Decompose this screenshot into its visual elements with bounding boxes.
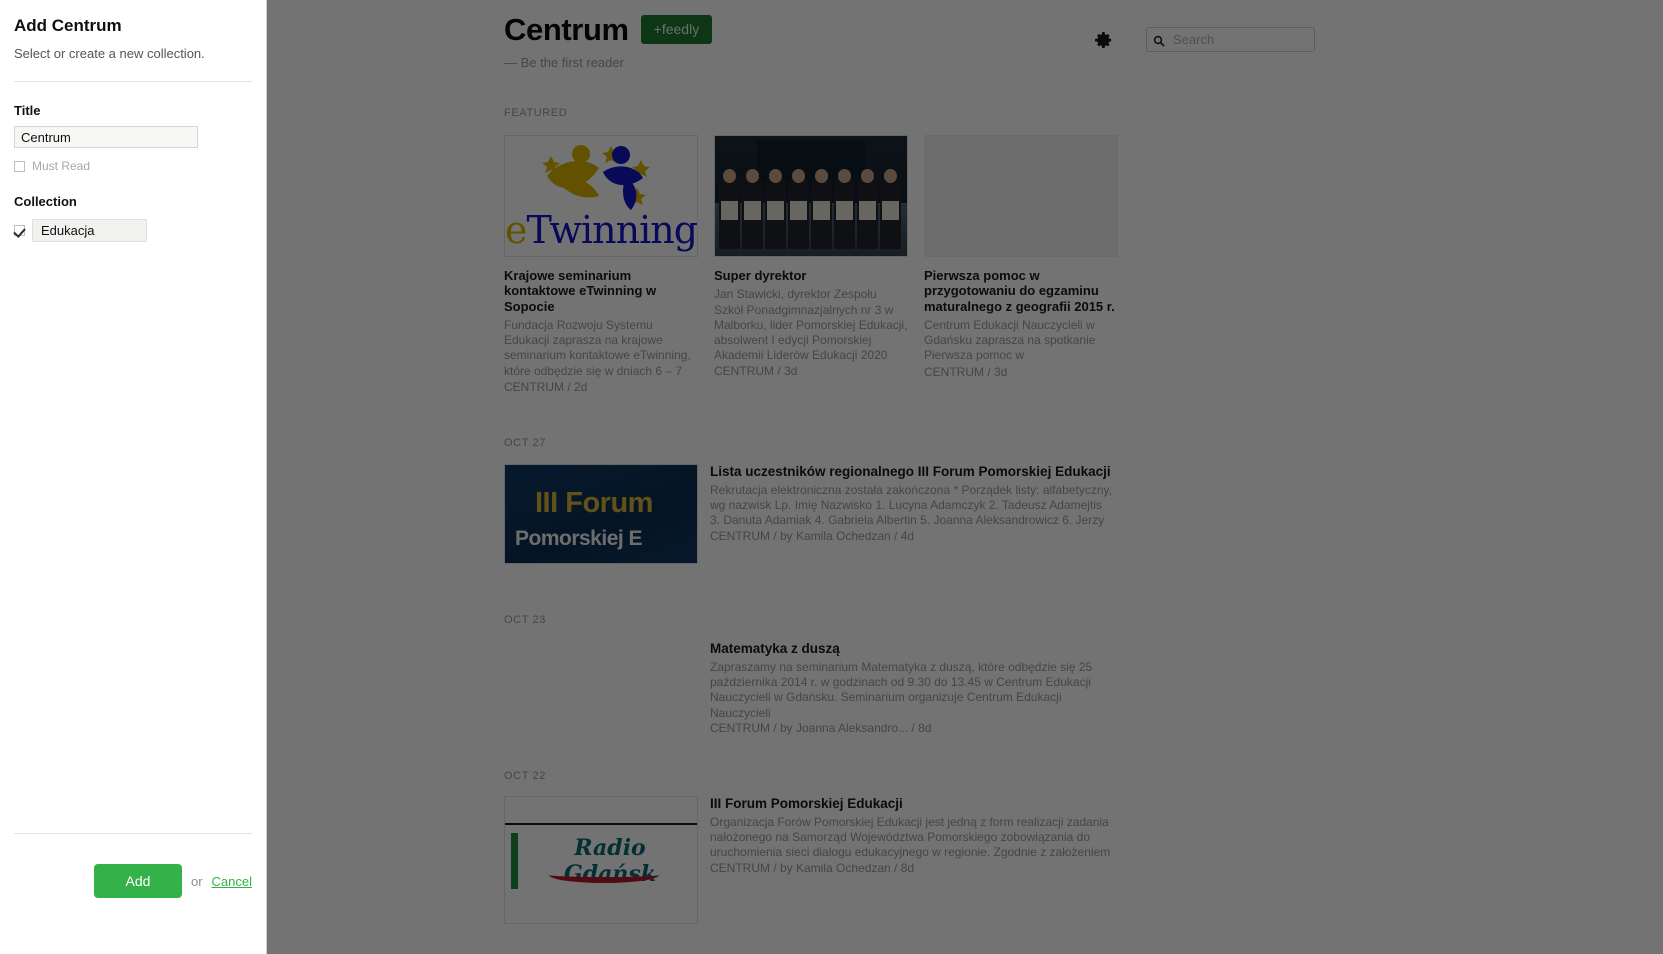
dialog-title: Add Centrum <box>14 16 122 35</box>
dialog-footer: Add or Cancel <box>14 825 252 954</box>
add-collection-dialog: Add Centrum Select or create a new colle… <box>0 0 267 954</box>
footer-divider <box>14 833 252 834</box>
cancel-button[interactable]: Cancel <box>212 874 252 889</box>
or-label: or <box>190 873 203 889</box>
collection-field-label: Collection <box>14 194 77 209</box>
title-input[interactable] <box>14 126 198 148</box>
collection-name[interactable]: Edukacja <box>32 219 147 242</box>
must-read-row[interactable]: Must Read <box>14 159 252 173</box>
app-root: Centrum +feedly — Be the first reader FE… <box>0 0 1663 954</box>
title-field-label: Title <box>14 103 41 118</box>
must-read-checkbox[interactable] <box>14 160 25 172</box>
dialog-subtitle: Select or create a new collection. <box>14 46 205 61</box>
add-button[interactable]: Add <box>93 864 182 898</box>
collection-checkbox[interactable] <box>14 225 25 236</box>
must-read-label: Must Read <box>32 159 91 173</box>
collection-row[interactable]: Edukacja <box>14 219 252 242</box>
divider <box>14 81 252 82</box>
